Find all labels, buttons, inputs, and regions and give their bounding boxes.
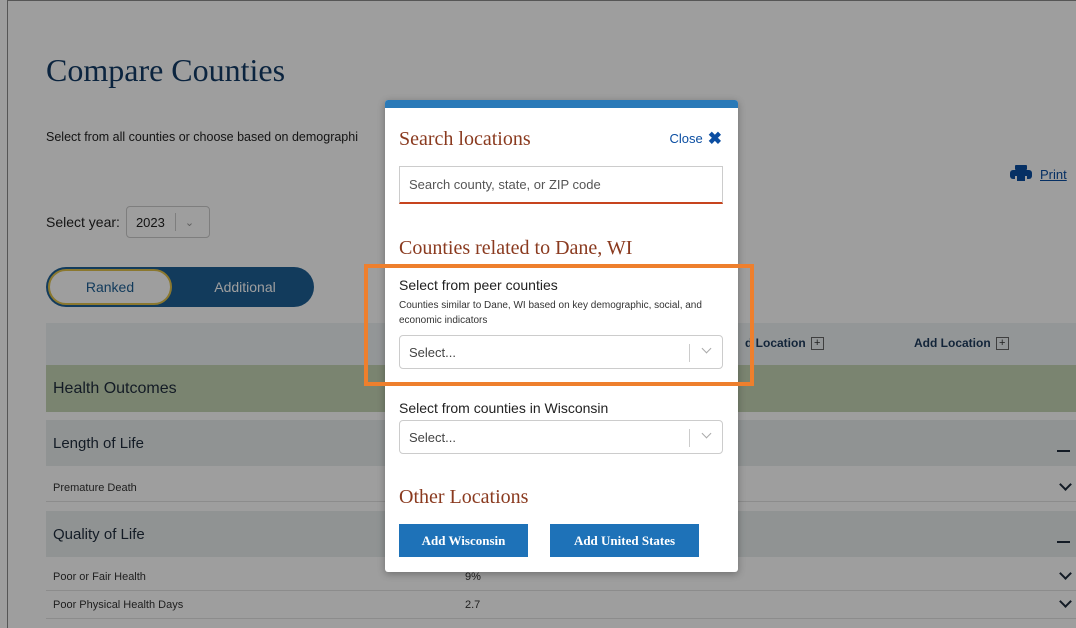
- location-search-input[interactable]: [399, 166, 723, 204]
- select-separator: [689, 429, 690, 447]
- peer-counties-highlight: [364, 264, 754, 386]
- add-wisconsin-button[interactable]: Add Wisconsin: [399, 524, 528, 557]
- close-x-icon: ✖: [707, 129, 722, 148]
- state-counties-label: Select from counties in Wisconsin: [399, 400, 609, 416]
- add-united-states-button[interactable]: Add United States: [550, 524, 699, 557]
- related-counties-heading: Counties related to Dane, WI: [399, 237, 633, 259]
- close-button[interactable]: Close ✖: [670, 130, 723, 147]
- state-counties-select[interactable]: Select...: [399, 420, 723, 454]
- chevron-down-icon: [701, 428, 712, 439]
- modal-title: Search locations: [399, 128, 531, 150]
- other-locations-heading: Other Locations: [399, 486, 529, 508]
- modal-accent-bar: [385, 100, 738, 108]
- select-placeholder: Select...: [409, 429, 456, 445]
- close-label: Close: [669, 131, 703, 146]
